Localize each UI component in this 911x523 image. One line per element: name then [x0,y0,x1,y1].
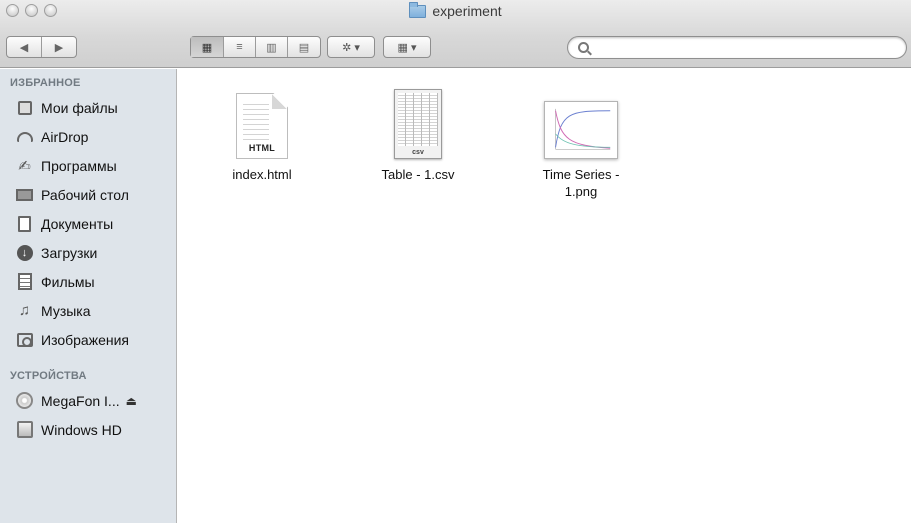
sidebar-item-label: Музыка [41,302,91,319]
sidebar-item-label: Мои файлы [41,99,118,116]
back-forward-control: ◀ ▶ [6,36,77,58]
window-title: experiment [432,3,502,19]
search-field[interactable] [567,36,907,59]
sidebar-item-label: MegaFon I... [41,392,120,409]
hard-drive-icon [15,420,34,439]
music-icon: ♫ [18,302,31,319]
sidebar-item-label: Программы [41,157,117,174]
folder-icon [409,1,427,18]
eject-icon[interactable]: ⏏ [126,394,137,408]
back-button[interactable]: ◀ [7,37,42,57]
arrange-menu-button[interactable]: ▦ ▾ [383,36,431,58]
file-name: Table - 1.csv [381,167,455,182]
file-type-badge: HTML [248,143,276,153]
search-icon [578,42,589,53]
spreadsheet-icon: csv [394,89,442,159]
sidebar-item-label: Рабочий стол [41,186,129,203]
file-type-badge: csv [412,149,424,156]
file-browser-area: HTML index.html csv Table - 1.csv Time S… [178,69,911,523]
sidebar-item-label: Документы [41,215,114,232]
icon-view-button[interactable]: ▦ [191,37,224,57]
movies-icon [15,272,34,291]
sidebar-item-airdrop[interactable]: AirDrop [0,122,176,151]
sidebar: ИЗБРАННОЕ Мои файлы AirDrop ✍ Программы … [0,69,177,523]
csv-file-thumbnail: csv [394,83,442,159]
sidebar-item-all-files[interactable]: Мои файлы [0,93,176,122]
pictures-icon [15,330,34,349]
desktop-icon [15,185,34,204]
file-item-time-series-png[interactable]: Time Series - 1.png [521,83,641,200]
sidebar-item-label: AirDrop [41,128,89,145]
sidebar-item-pictures[interactable]: Изображения [0,325,176,354]
downloads-icon: ↓ [15,243,34,262]
disc-icon [15,391,34,410]
gear-icon: ✲ ▾ [342,41,360,54]
column-view-button[interactable]: ▥ [256,37,288,57]
action-menu-button[interactable]: ✲ ▾ [327,36,375,58]
file-name: Time Series - 1.png [542,167,620,199]
sidebar-item-movies[interactable]: Фильмы [0,267,176,296]
sidebar-item-windows-hd[interactable]: Windows HD [0,415,176,444]
view-mode-control: ▦ ≡ ▥ ▤ [190,36,321,58]
search-input[interactable] [594,40,894,55]
sidebar-item-megafon[interactable]: MegaFon I... ⏏ [0,386,176,415]
sidebar-item-music[interactable]: ♫ Музыка [0,296,176,325]
html-document-icon: HTML [236,93,288,159]
window-title-group: experiment [0,1,911,19]
chart-image-preview-icon [544,101,618,159]
sidebar-item-downloads[interactable]: ↓ Загрузки [0,238,176,267]
airdrop-icon [15,127,34,146]
html-file-thumbnail: HTML [236,83,288,159]
sidebar-item-desktop[interactable]: Рабочий стол [0,180,176,209]
list-view-button[interactable]: ≡ [224,37,256,57]
png-file-thumbnail [544,83,618,159]
sidebar-item-applications[interactable]: ✍ Программы [0,151,176,180]
devices-header: УСТРОЙСТВА [10,370,87,382]
file-name: index.html [232,167,292,182]
sidebar-item-label: Фильмы [41,273,95,290]
finder-window: experiment ◀ ▶ ▦ ≡ ▥ ▤ ✲ ▾ ▦ ▾ ИЗБРАННОЕ… [0,0,911,523]
title-bar: experiment ◀ ▶ ▦ ≡ ▥ ▤ ✲ ▾ ▦ ▾ [0,0,911,68]
all-files-icon [15,98,34,117]
applications-icon: ✍ [18,157,31,175]
forward-button[interactable]: ▶ [42,37,76,57]
sidebar-item-label: Изображения [41,331,129,348]
arrange-icon: ▦ ▾ [397,41,417,54]
documents-icon [15,214,34,233]
sidebar-item-documents[interactable]: Документы [0,209,176,238]
favorites-header: ИЗБРАННОЕ [10,77,81,89]
sidebar-item-label: Загрузки [41,244,98,261]
file-item-index-html[interactable]: HTML index.html [202,83,322,183]
coverflow-view-button[interactable]: ▤ [288,37,320,57]
file-item-table-csv[interactable]: csv Table - 1.csv [358,83,478,183]
sidebar-item-label: Windows HD [41,421,122,438]
